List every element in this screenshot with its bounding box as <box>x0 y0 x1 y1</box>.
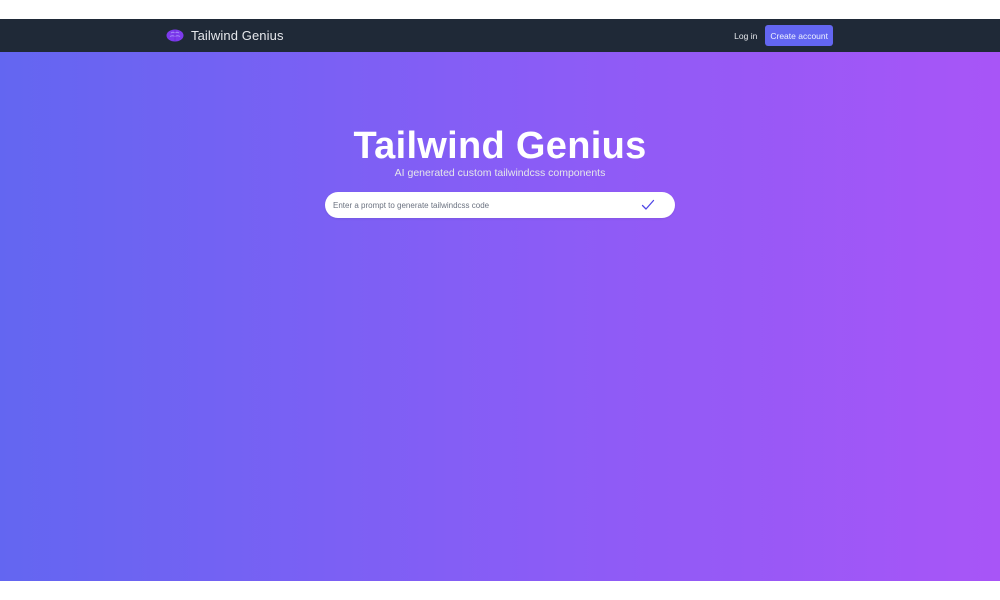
nav-actions: Log in Create account <box>734 19 833 52</box>
submit-prompt-button[interactable] <box>635 193 661 217</box>
create-account-button[interactable]: Create account <box>765 25 833 46</box>
hero-subtitle: AI generated custom tailwindcss componen… <box>394 167 606 179</box>
hero-section: Tailwind Genius AI generated custom tail… <box>0 52 1000 581</box>
prompt-bar <box>325 192 675 218</box>
check-icon <box>641 199 655 211</box>
app-frame: Tailwind Genius Log in Create account Ta… <box>0 19 1000 581</box>
brain-icon <box>166 29 184 42</box>
hero-title: Tailwind Genius <box>353 125 647 167</box>
prompt-input[interactable] <box>325 193 635 217</box>
brand-link[interactable]: Tailwind Genius <box>166 19 284 52</box>
top-navbar: Tailwind Genius Log in Create account <box>0 19 1000 52</box>
login-link[interactable]: Log in <box>734 27 757 45</box>
brand-name: Tailwind Genius <box>191 28 284 43</box>
